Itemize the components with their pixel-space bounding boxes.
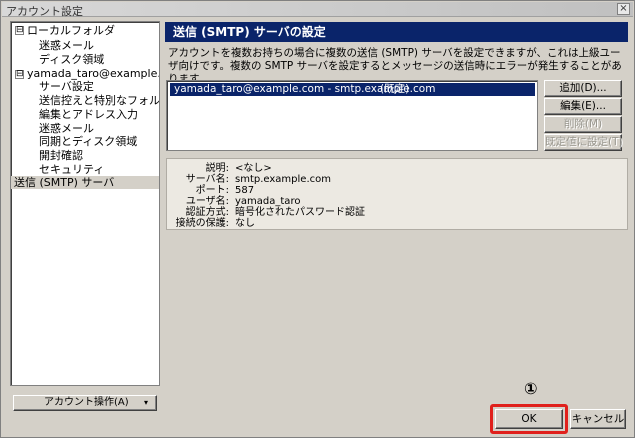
detail-key: 接続の保護:: [175, 218, 229, 229]
title-bar: アカウント設定 ×: [2, 2, 633, 18]
tree-item-server-settings[interactable]: サーバ設定: [39, 80, 94, 93]
tree-item-smtp-server[interactable]: 送信 (SMTP) サーバ: [11, 176, 159, 189]
window-title: アカウント設定: [6, 5, 83, 18]
tree-item-local-folders[interactable]: ローカルフォルダ: [27, 24, 115, 37]
account-actions-label: アカウント操作(A): [44, 397, 129, 408]
close-icon[interactable]: ×: [617, 3, 630, 15]
set-default-button[interactable]: 既定値に設定(T): [544, 134, 623, 151]
dropdown-arrow-icon: ▾: [143, 398, 148, 407]
tree-item-local-junk[interactable]: 迷惑メール: [39, 39, 94, 52]
account-settings-window: アカウント設定 × ⊟ ローカルフォルダ 迷惑メール ディスク領域 ⊟ yama…: [0, 0, 635, 438]
detail-value: なし: [235, 218, 255, 229]
default-label: (既定): [380, 83, 410, 95]
account-actions-button[interactable]: アカウント操作(A) ▾: [13, 395, 157, 411]
tree-item-composition[interactable]: 編集とアドレス入力: [39, 108, 138, 121]
cancel-button[interactable]: キャンセル: [570, 409, 626, 429]
smtp-server-list[interactable]: yamada_taro@example.com - smtp.example.c…: [166, 80, 538, 151]
tree-item-return-receipts[interactable]: 開封確認: [39, 149, 83, 162]
edit-button[interactable]: 編集(E)...: [544, 98, 622, 115]
step-marker: ①: [524, 379, 538, 398]
tree-item-local-disk-space[interactable]: ディスク領域: [39, 53, 104, 66]
account-tree: ⊟ ローカルフォルダ 迷惑メール ディスク領域 ⊟ yamada_taro@ex…: [10, 21, 160, 386]
smtp-server-row[interactable]: yamada_taro@example.com - smtp.example.c…: [170, 83, 535, 96]
ok-button[interactable]: OK: [495, 409, 563, 429]
tree-item-sync-disk[interactable]: 同期とディスク領域: [39, 135, 137, 148]
server-details-box: 説明: <なし> サーバ名: smtp.example.com ポート: 587…: [166, 158, 628, 230]
tree-item-security[interactable]: セキュリティ: [39, 163, 104, 176]
tree-item-account[interactable]: yamada_taro@example.com: [27, 67, 159, 80]
collapse-local-folders-icon[interactable]: ⊟: [15, 26, 24, 35]
tree-item-copies-folders[interactable]: 送信控えと特別なフォルダ: [39, 94, 159, 107]
page-title: 送信 (SMTP) サーバの設定: [165, 22, 628, 42]
detail-row-connection-security: 接続の保護: なし: [167, 218, 627, 230]
delete-button[interactable]: 削除(M): [544, 116, 622, 133]
add-button[interactable]: 追加(D)...: [544, 80, 622, 97]
collapse-account-icon[interactable]: ⊟: [15, 70, 24, 79]
tree-item-junk[interactable]: 迷惑メール: [39, 122, 94, 135]
